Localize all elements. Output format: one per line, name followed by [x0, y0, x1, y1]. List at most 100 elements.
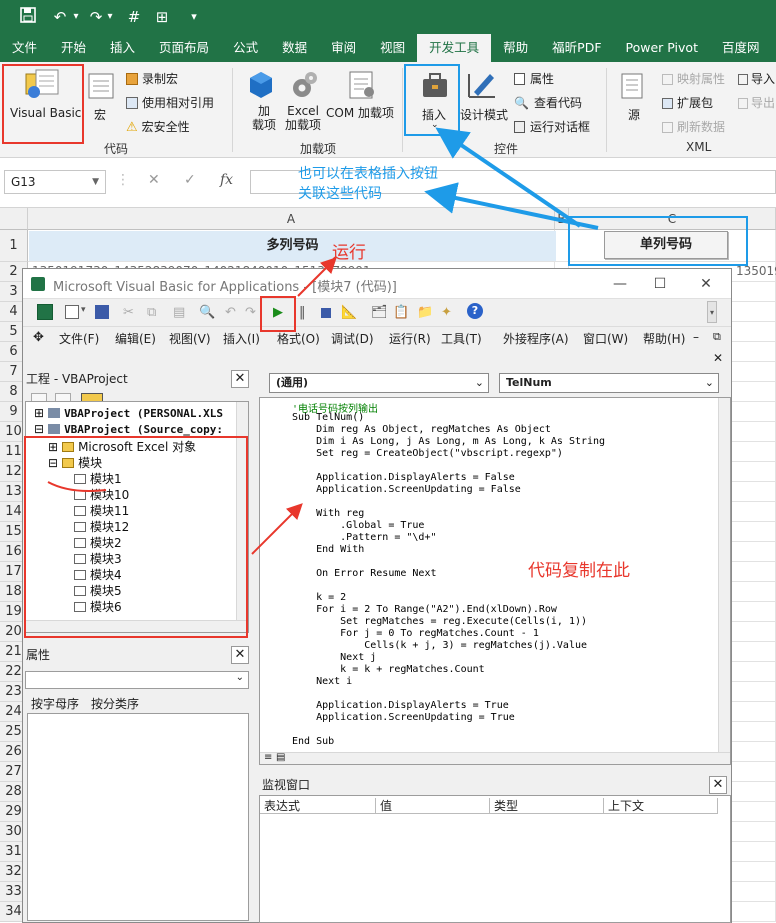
- tab-alphabetic[interactable]: 按字母序: [31, 695, 79, 712]
- window-min-icon[interactable]: –: [693, 330, 699, 344]
- cell-c2-value[interactable]: 13501917300: [736, 264, 776, 280]
- addins-button[interactable]: 加载项: [252, 104, 276, 132]
- maximize-icon[interactable]: ☐: [649, 273, 671, 295]
- tab-9[interactable]: 帮助: [491, 34, 540, 62]
- project-explorer-icon[interactable]: 🗂: [371, 305, 388, 320]
- vba-menu-item-6[interactable]: 运行(R): [389, 330, 431, 347]
- tab-12[interactable]: 百度网: [710, 34, 772, 62]
- select-all-corner[interactable]: [0, 208, 28, 230]
- window-close-icon[interactable]: ✕: [713, 351, 723, 365]
- relative-ref-button[interactable]: 使用相对引用: [126, 94, 214, 111]
- design-mode-button[interactable]: 设计模式: [460, 106, 508, 123]
- procedure-view-icon[interactable]: ≡: [264, 752, 272, 763]
- minimize-icon[interactable]: —: [609, 273, 631, 295]
- full-module-view-icon[interactable]: ▤: [276, 752, 285, 763]
- customize-qa-icon[interactable]: ▾: [184, 7, 204, 27]
- properties-object-select[interactable]: ⌄: [25, 671, 249, 689]
- macro-security-button[interactable]: ⚠ 宏安全性: [126, 118, 190, 135]
- collapse-icon[interactable]: ⊟: [34, 422, 44, 436]
- export-button[interactable]: 导出: [738, 94, 775, 111]
- code-vertical-scrollbar[interactable]: [718, 398, 730, 752]
- format-painter-icon[interactable]: #: [124, 7, 144, 27]
- vba-menu-item-4[interactable]: 格式(O): [277, 330, 320, 347]
- row-header-1[interactable]: 1: [0, 230, 28, 262]
- window-restore-icon[interactable]: ⧉: [713, 330, 721, 344]
- tab-10[interactable]: 福昕PDF: [540, 34, 613, 62]
- redo-dropdown-icon[interactable]: ▾: [100, 7, 120, 27]
- tree-project[interactable]: ⊟ VBAProject (Source_copy:: [34, 422, 223, 436]
- copy-icon[interactable]: ⧉: [147, 305, 156, 320]
- grid-cell[interactable]: [555, 230, 569, 262]
- macro-button[interactable]: 宏: [94, 106, 106, 123]
- tab-11[interactable]: Power Pivot: [614, 34, 710, 62]
- vba-menu-item-10[interactable]: 帮助(H): [643, 330, 685, 347]
- tab-4[interactable]: 公式: [221, 34, 270, 62]
- object-combo[interactable]: (通用) ⌄: [269, 373, 489, 393]
- cancel-icon[interactable]: ✕: [148, 172, 160, 188]
- excel-addins-button[interactable]: Excel 加载项: [285, 104, 321, 132]
- vba-menu-item-5[interactable]: 调试(D): [331, 330, 374, 347]
- tab-0[interactable]: 文件: [0, 34, 49, 62]
- save-icon[interactable]: [18, 7, 38, 27]
- tab-2[interactable]: 插入: [98, 34, 147, 62]
- vba-menu-icon[interactable]: ✥: [33, 330, 44, 345]
- expand-icon[interactable]: ⊞: [34, 406, 44, 420]
- properties-button[interactable]: 属性: [514, 70, 554, 87]
- pause-icon[interactable]: ‖: [299, 305, 306, 320]
- object-browser-icon[interactable]: 📁: [417, 305, 433, 320]
- record-macro-button[interactable]: 录制宏: [126, 70, 178, 87]
- vba-menu-item-8[interactable]: 外接程序(A): [503, 330, 569, 347]
- help-icon[interactable]: ?: [467, 303, 483, 319]
- insert-dropdown-icon[interactable]: ▾: [81, 305, 86, 315]
- sitemap-icon[interactable]: ⊞: [152, 7, 172, 27]
- name-box[interactable]: G13 ▼: [4, 170, 106, 194]
- view-code-button[interactable]: 🔍 查看代码: [514, 94, 582, 111]
- vba-menu-item-9[interactable]: 窗口(W): [583, 330, 628, 347]
- tab-7[interactable]: 视图: [368, 34, 417, 62]
- insert-function-icon[interactable]: fx: [220, 172, 233, 188]
- map-properties-button[interactable]: 映射属性: [662, 70, 725, 87]
- tab-8[interactable]: 开发工具: [417, 34, 492, 62]
- toolbar-overflow-icon[interactable]: ▾: [707, 301, 717, 323]
- save-icon[interactable]: [95, 305, 109, 319]
- project-close-icon[interactable]: ✕: [231, 370, 249, 388]
- com-addins-button[interactable]: COM 加载项: [326, 104, 394, 121]
- expansion-pack-button[interactable]: 扩展包: [662, 94, 713, 111]
- source-button[interactable]: 源: [628, 106, 640, 123]
- tab-3[interactable]: 页面布局: [147, 34, 221, 62]
- design-mode-icon[interactable]: 📐: [341, 305, 357, 320]
- refresh-data-button[interactable]: 刷新数据: [662, 118, 725, 135]
- run-dialog-button[interactable]: 运行对话框: [514, 118, 590, 135]
- watch-close-icon[interactable]: ✕: [709, 776, 727, 794]
- redo-icon[interactable]: ↷: [245, 305, 256, 320]
- tree-project[interactable]: ⊞ VBAProject (PERSONAL.XLS: [34, 406, 223, 420]
- column-header-A[interactable]: A: [28, 208, 555, 230]
- stop-icon[interactable]: [321, 308, 331, 318]
- vba-menu-item-2[interactable]: 视图(V): [169, 330, 211, 347]
- find-icon[interactable]: 🔍: [199, 305, 215, 320]
- enter-icon[interactable]: ✓: [184, 172, 196, 188]
- properties-window-icon[interactable]: 📋: [393, 305, 409, 320]
- vba-menu-item-7[interactable]: 工具(T): [441, 330, 482, 347]
- vba-menu-item-1[interactable]: 编辑(E): [115, 330, 156, 347]
- undo-dropdown-icon[interactable]: ▾: [66, 7, 86, 27]
- insert-module-icon[interactable]: [65, 305, 79, 319]
- tab-6[interactable]: 审阅: [319, 34, 368, 62]
- cell-a1-header[interactable]: 多列号码: [29, 231, 556, 261]
- properties-close-icon[interactable]: ✕: [231, 646, 249, 664]
- tab-categorized[interactable]: 按分类序: [91, 695, 139, 712]
- code-horizontal-scrollbar[interactable]: [260, 752, 730, 764]
- procedure-combo[interactable]: TelNum ⌄: [499, 373, 719, 393]
- close-icon[interactable]: ✕: [695, 273, 717, 295]
- paste-icon[interactable]: ▤: [173, 305, 185, 320]
- toolbox-icon[interactable]: ✦: [441, 305, 452, 320]
- vba-menu-item-0[interactable]: 文件(F): [59, 330, 99, 347]
- code-editor[interactable]: ≡ ▤ '电话号码按列输出 Sub TelNum() Dim reg As Obj…: [259, 397, 731, 765]
- tab-1[interactable]: 开始: [49, 34, 98, 62]
- cut-icon[interactable]: ✂: [123, 305, 134, 320]
- tab-5[interactable]: 数据: [270, 34, 319, 62]
- undo-icon[interactable]: ↶: [225, 305, 236, 320]
- view-excel-icon[interactable]: [37, 304, 53, 320]
- import-button[interactable]: 导入: [738, 70, 775, 87]
- vba-menu-item-3[interactable]: 插入(I): [223, 330, 260, 347]
